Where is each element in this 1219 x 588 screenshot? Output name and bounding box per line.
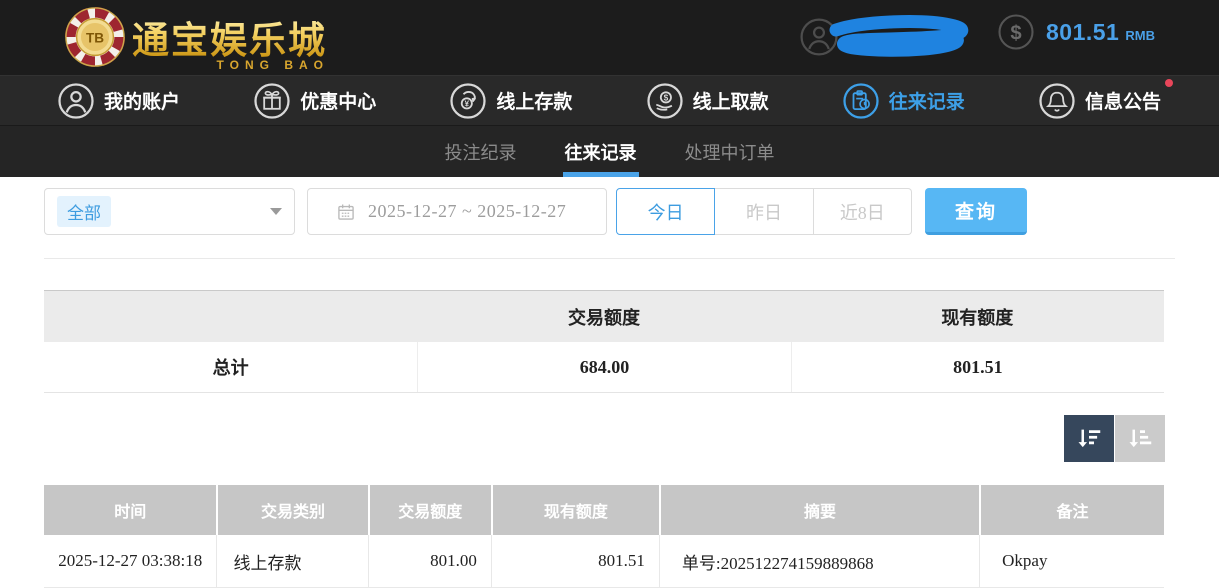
summary-total-label: 总计 [44,342,417,392]
nav-label: 线上存款 [496,87,572,114]
summary-header-transaction-amount: 交易额度 [417,291,790,342]
sort-controls [1064,415,1165,462]
bell-icon [1039,83,1075,119]
calendar-icon [336,202,356,222]
svg-text:$: $ [1010,23,1021,45]
main-nav: 我的账户 优惠中心 ¥ 线上存款 $ 线上取款 [0,75,1219,125]
nav-item-online-withdrawal[interactable]: $ 线上取款 [647,83,769,119]
username-redaction-scribble [828,14,978,62]
records-header-summary: 摘要 [659,485,979,535]
tab-transaction-records[interactable]: 往来记录 [565,126,637,177]
records-header-current-amount: 现有额度 [491,485,659,535]
record-note: Okpay [979,535,1164,587]
top-header: TB 通宝娱乐城 TONG BAO $ 801.51 RMB [0,0,1219,75]
records-table: 时间 交易类别 交易额度 现有额度 摘要 备注 2025-12-27 03:38… [44,485,1164,588]
sort-ascending-button[interactable] [1115,415,1165,462]
brand-name-en: TONG BAO [217,58,329,72]
svg-text:$: $ [663,93,668,102]
quick-date-segmented-control: 今日 昨日 近8日 [616,188,912,235]
nav-label: 信息公告 [1085,87,1161,114]
record-summary: 单号:202512274159889868 [659,535,979,587]
deposit-hand-coin-icon: ¥ [450,83,486,119]
dropdown-selected-value: 全部 [57,196,111,227]
nav-label: 线上取款 [693,87,769,114]
notification-dot [1165,79,1173,87]
balance-amount: 801.51 [1046,19,1119,46]
sort-descending-button[interactable] [1064,415,1114,462]
records-header-row: 时间 交易类别 交易额度 现有额度 摘要 备注 [44,485,1164,535]
record-time: 2025-12-27 03:38:18 [44,535,216,587]
records-header-type: 交易类别 [216,485,367,535]
brand-logo[interactable]: TB 通宝娱乐城 TONG BAO [64,6,327,68]
summary-total-row: 总计 684.00 801.51 [44,342,1164,393]
tab-betting-records[interactable]: 投注纪录 [445,126,517,177]
record-transaction-amount: 801.00 [368,535,491,587]
balance-display[interactable]: $ 801.51 RMB [998,14,1155,50]
summary-header-empty [44,291,417,342]
quick-date-last8days-button[interactable]: 近8日 [814,188,912,235]
withdraw-hand-coin-icon: $ [647,83,683,119]
user-circle-icon [58,83,94,119]
brand-text: 通宝娱乐城 TONG BAO [132,10,327,64]
date-range-value: 2025-12-27 ~ 2025-12-27 [368,201,566,222]
records-header-time: 时间 [44,485,216,535]
summary-header-current-amount: 现有额度 [791,291,1164,342]
sort-descending-icon [1074,424,1104,454]
record-type: 线上存款 [216,535,367,587]
sort-ascending-icon [1125,424,1155,454]
records-clipboard-icon [843,83,879,119]
date-range-input[interactable]: 2025-12-27 ~ 2025-12-27 [307,188,607,235]
nav-label: 优惠中心 [300,87,376,114]
gift-icon [254,83,290,119]
records-header-note: 备注 [979,485,1164,535]
summary-header-row: 交易额度 现有额度 [44,291,1164,342]
sub-nav: 投注纪录 往来记录 处理中订单 [0,125,1219,177]
tab-pending-orders[interactable]: 处理中订单 [685,126,775,177]
nav-label: 往来记录 [889,87,965,114]
svg-text:¥: ¥ [465,99,470,108]
poker-chip-logo-icon: TB [64,6,126,68]
nav-item-my-account[interactable]: 我的账户 [58,83,180,119]
brand-name-cn: 通宝娱乐城 [132,10,327,64]
balance-currency: RMB [1125,21,1155,43]
nav-item-transaction-records[interactable]: 往来记录 [843,83,965,119]
chevron-down-icon [270,208,282,215]
content-area: 全部 2025-12-27 ~ 2025-12-27 今日 昨日 近8日 查询 … [0,177,1219,588]
nav-label: 我的账户 [104,87,180,114]
summary-total-current-amount: 801.51 [791,342,1164,392]
type-filter-dropdown[interactable]: 全部 [44,188,295,235]
record-current-amount: 801.51 [491,535,659,587]
records-header-transaction-amount: 交易额度 [368,485,491,535]
nav-item-online-deposit[interactable]: ¥ 线上存款 [450,83,572,119]
coin-dollar-icon: $ [998,14,1034,50]
chip-label: TB [86,30,104,45]
quick-date-today-button[interactable]: 今日 [616,188,715,235]
nav-item-announcements[interactable]: 信息公告 [1039,83,1161,119]
section-divider [44,258,1175,259]
quick-date-yesterday-button[interactable]: 昨日 [715,188,813,235]
summary-table: 交易额度 现有额度 总计 684.00 801.51 [44,290,1164,393]
search-button[interactable]: 查询 [925,188,1027,235]
nav-item-promotions[interactable]: 优惠中心 [254,83,376,119]
summary-total-transaction-amount: 684.00 [417,342,790,392]
user-account-area[interactable] [800,14,1000,62]
table-row: 2025-12-27 03:38:18 线上存款 801.00 801.51 单… [44,535,1164,588]
